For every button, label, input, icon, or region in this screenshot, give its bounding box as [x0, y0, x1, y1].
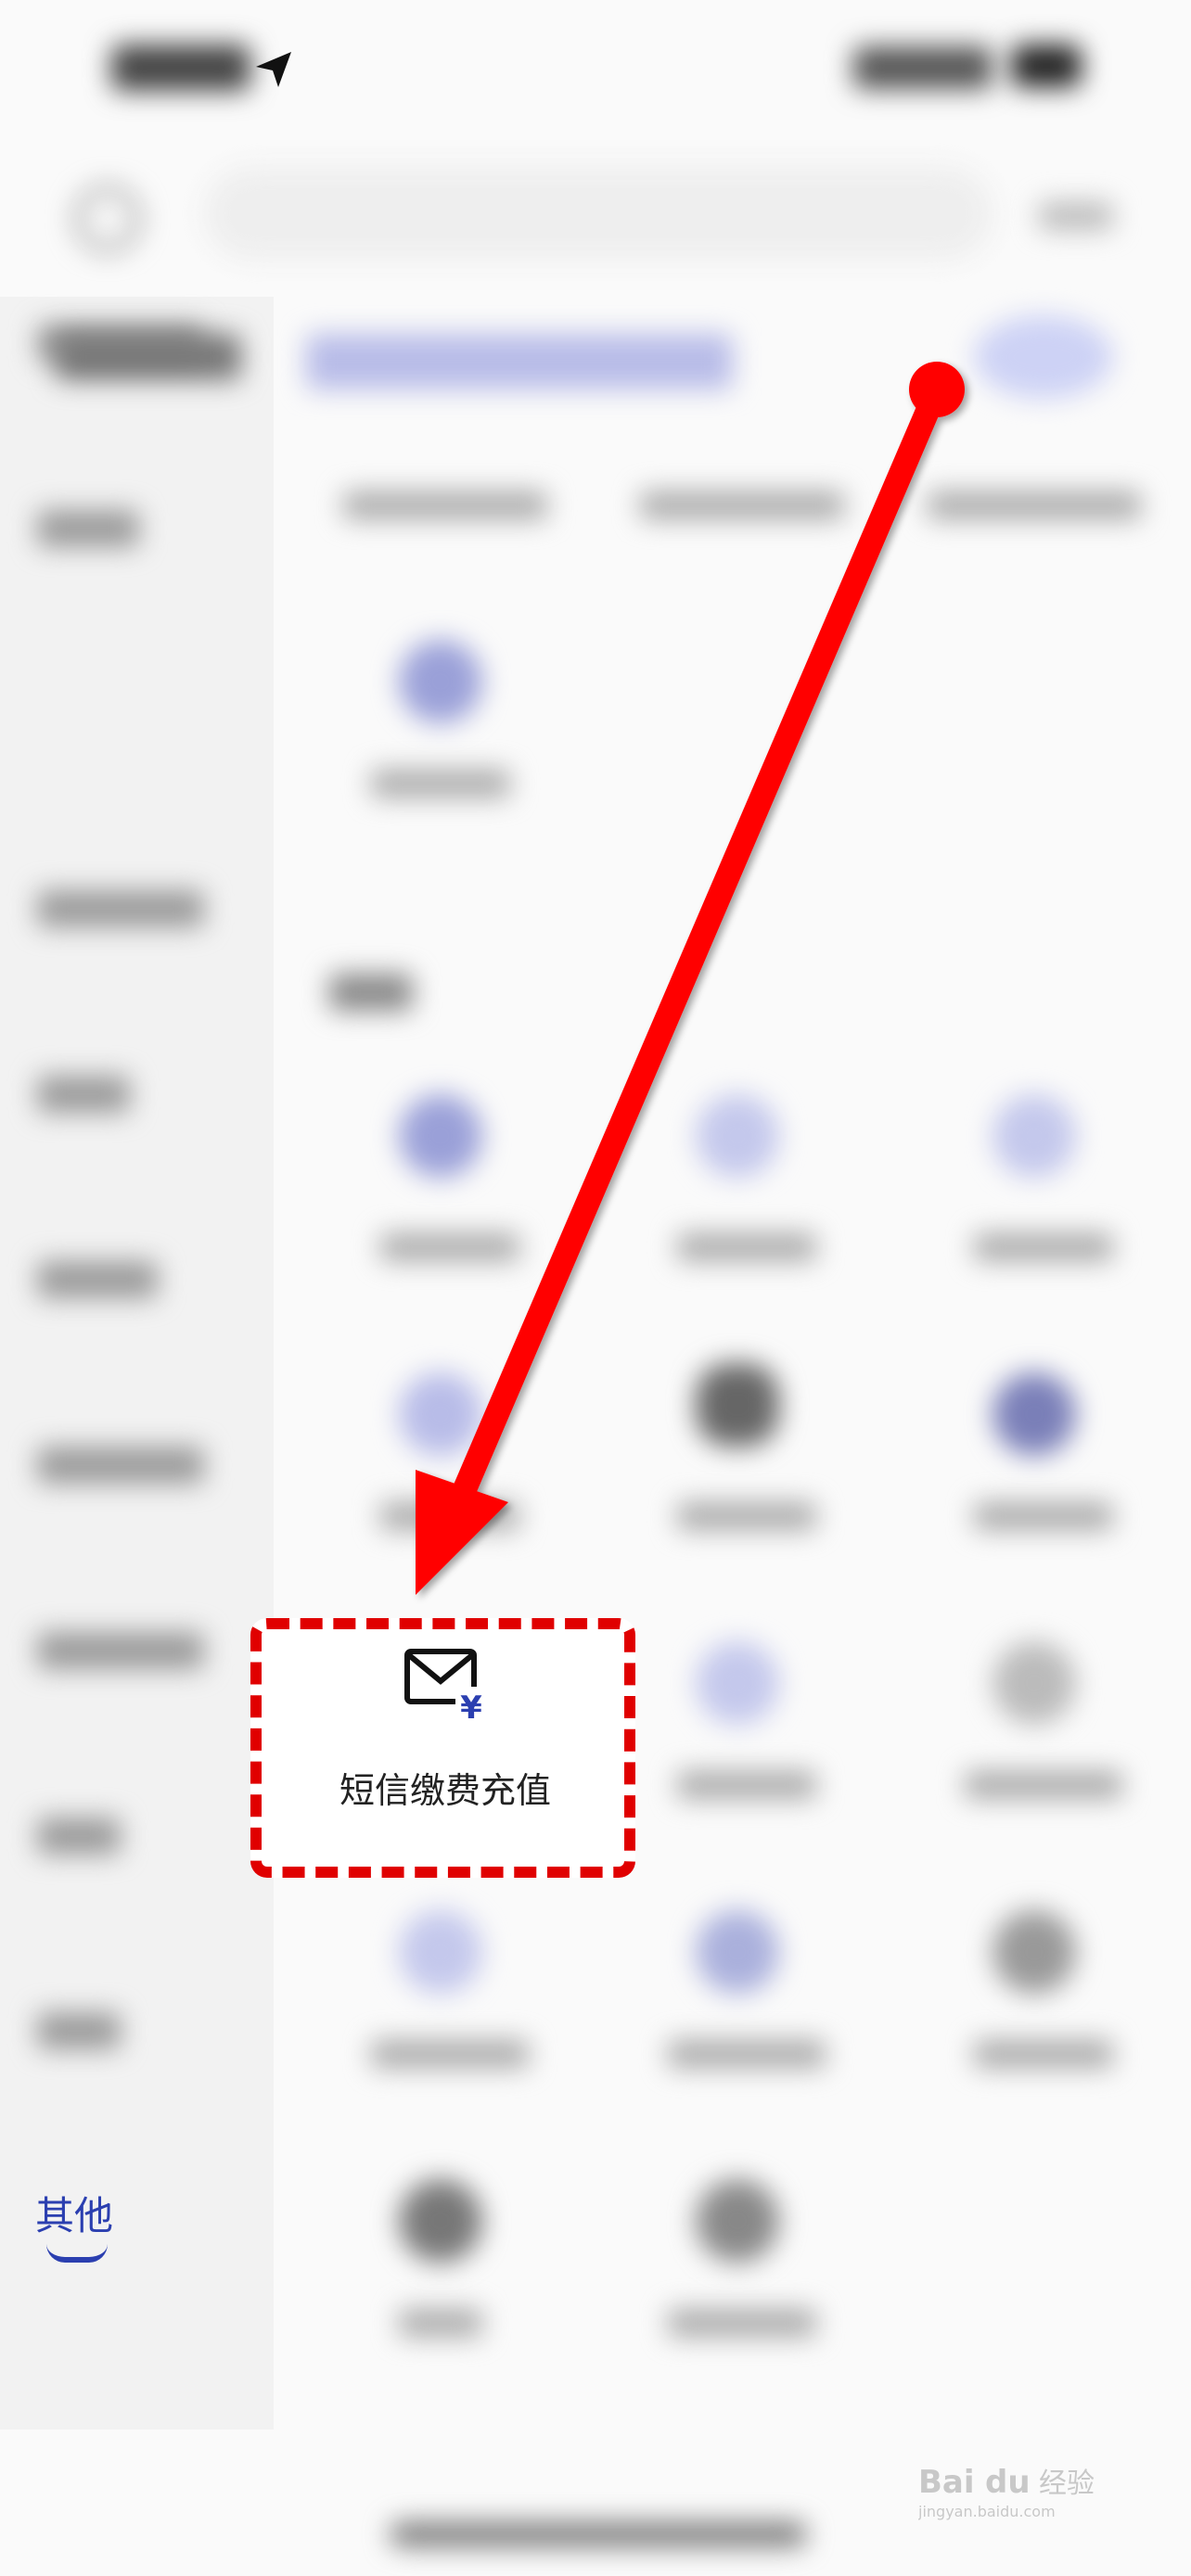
service-icon[interactable]	[992, 1094, 1076, 1178]
search-input[interactable]	[204, 167, 992, 260]
service-icon[interactable]	[399, 1094, 482, 1178]
section-title	[56, 334, 241, 380]
service-icon[interactable]	[696, 1910, 779, 1994]
status-time	[111, 45, 250, 91]
service-icon[interactable]	[974, 315, 1113, 399]
cancel-button[interactable]	[1039, 202, 1113, 230]
service-icon[interactable]	[399, 640, 482, 723]
service-label	[974, 1502, 1113, 1530]
service-icon[interactable]	[696, 1363, 779, 1447]
service-icon[interactable]	[696, 1641, 779, 1725]
service-icon[interactable]	[992, 1641, 1076, 1725]
service-icon[interactable]	[696, 2179, 779, 2263]
sms-recharge-label: 短信缴费充值	[339, 1770, 551, 1811]
service-label	[380, 1502, 519, 1530]
service-label	[965, 1771, 1122, 1799]
svg-text:du: du	[985, 2464, 1031, 2501]
top-service-strip[interactable]	[306, 334, 733, 389]
service-label	[668, 2309, 816, 2337]
sidebar-item[interactable]	[37, 1076, 130, 1113]
service-label	[399, 2309, 482, 2337]
service-icon[interactable]	[992, 1910, 1076, 1994]
sidebar-item-other-label[interactable]: 其他	[35, 2185, 113, 2241]
svg-text:Bai: Bai	[918, 2464, 975, 2501]
service-label	[668, 2040, 826, 2068]
back-button[interactable]	[74, 185, 141, 252]
service-icon[interactable]	[992, 1372, 1076, 1456]
service-label	[343, 491, 547, 519]
service-label	[380, 1233, 519, 1261]
envelope-yen-icon: ¥	[404, 1649, 487, 1720]
service-icon[interactable]	[399, 1372, 482, 1456]
sidebar-item[interactable]	[37, 2012, 121, 2049]
service-icon[interactable]	[696, 1094, 779, 1178]
signal-indicator	[853, 46, 992, 89]
service-label	[974, 2040, 1113, 2068]
battery-icon	[1011, 45, 1082, 87]
service-label	[974, 1233, 1113, 1261]
service-icon[interactable]	[399, 2179, 482, 2263]
sidebar-item[interactable]	[37, 1817, 121, 1855]
service-icon[interactable]	[399, 1910, 482, 1994]
svg-text:jingyan.baidu.com: jingyan.baidu.com	[918, 2503, 1056, 2520]
category-sidebar	[0, 297, 274, 2429]
service-label	[677, 1771, 816, 1799]
service-label	[677, 1502, 816, 1530]
service-label	[928, 491, 1141, 519]
svg-text:经验: 经验	[1039, 2468, 1095, 2500]
sidebar-item[interactable]	[37, 1632, 204, 1669]
service-label	[640, 491, 844, 519]
sidebar-item[interactable]	[37, 890, 204, 927]
service-label	[677, 1233, 816, 1261]
sidebar-item[interactable]	[37, 1261, 158, 1298]
sidebar-item[interactable]	[37, 1447, 204, 1484]
home-indicator	[390, 2522, 807, 2546]
service-label	[371, 2040, 529, 2068]
svg-text:¥: ¥	[460, 1690, 482, 1720]
service-label	[371, 770, 510, 797]
location-arrow-icon	[256, 52, 291, 87]
sidebar-item[interactable]	[37, 510, 139, 547]
section-title	[329, 974, 413, 1011]
baidu-jingyan-watermark: Bai du 经验 jingyan.baidu.com	[918, 2464, 1095, 2520]
active-tab-indicator	[46, 2244, 108, 2263]
